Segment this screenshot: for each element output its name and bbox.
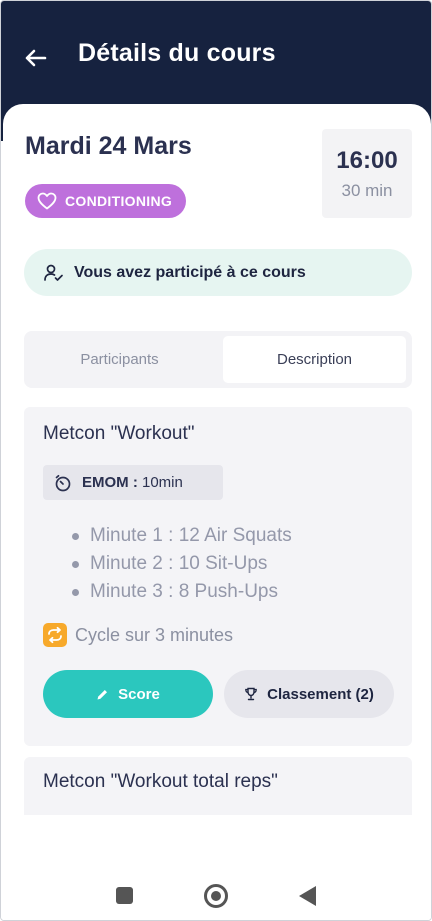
movement-text: Minute 1 : 12 Air Squats bbox=[90, 525, 292, 546]
workout-title: Metcon "Workout total reps" bbox=[43, 771, 278, 792]
workout-title: Metcon "Workout" bbox=[43, 423, 195, 444]
tab-description[interactable]: Description bbox=[223, 336, 406, 383]
movement-text: Minute 3 : 8 Push-Ups bbox=[90, 581, 278, 602]
trophy-icon bbox=[245, 687, 257, 701]
list-item: Minute 2 : 10 Sit-Ups bbox=[72, 550, 292, 578]
course-time: 16:00 bbox=[336, 147, 398, 174]
movement-text: Minute 2 : 10 Sit-Ups bbox=[90, 553, 268, 574]
workout-format: EMOM : bbox=[82, 474, 138, 491]
page-title: Détails du cours bbox=[78, 39, 276, 67]
ranking-label: Classement (2) bbox=[267, 685, 374, 703]
system-nav-bar bbox=[1, 861, 431, 920]
score-button[interactable]: Score bbox=[43, 670, 213, 718]
tab-participants[interactable]: Participants bbox=[28, 336, 211, 383]
arrow-left-icon bbox=[25, 49, 47, 67]
workout-card: Metcon "Workout" EMOM : 10min Minute 1 :… bbox=[24, 407, 412, 746]
list-item: Minute 3 : 8 Push-Ups bbox=[72, 578, 292, 606]
workout-card: Metcon "Workout total reps" bbox=[24, 757, 412, 815]
app-screen: Détails du cours Mardi 24 Mars 16:00 30 … bbox=[0, 0, 432, 921]
course-time-box: 16:00 30 min bbox=[322, 129, 412, 218]
ranking-button[interactable]: Classement (2) bbox=[224, 670, 394, 718]
home-button[interactable] bbox=[204, 884, 228, 908]
home-icon bbox=[211, 891, 221, 901]
participation-text: Vous avez participé à ce cours bbox=[74, 263, 306, 281]
workout-format-detail: 10min bbox=[142, 474, 183, 491]
pencil-icon bbox=[97, 689, 108, 699]
course-duration: 30 min bbox=[341, 181, 393, 200]
workout-format-chip: EMOM : 10min bbox=[43, 465, 223, 500]
cycle-note: Cycle sur 3 minutes bbox=[43, 623, 233, 647]
recent-apps-button[interactable] bbox=[116, 887, 133, 904]
category-label: CONDITIONING bbox=[65, 193, 173, 209]
back-button[interactable] bbox=[21, 43, 51, 73]
system-back-button[interactable] bbox=[299, 886, 316, 906]
user-check-icon bbox=[44, 264, 63, 281]
list-item: Minute 1 : 12 Air Squats bbox=[72, 522, 292, 550]
repeat-icon bbox=[43, 623, 67, 647]
category-badge: CONDITIONING bbox=[25, 184, 187, 218]
score-label: Score bbox=[118, 685, 160, 703]
timer-icon bbox=[55, 474, 71, 491]
movement-list: Minute 1 : 12 Air Squats Minute 2 : 10 S… bbox=[72, 522, 292, 606]
cycle-text: Cycle sur 3 minutes bbox=[75, 624, 234, 645]
heart-icon bbox=[37, 192, 57, 210]
course-date: Mardi 24 Mars bbox=[25, 132, 192, 160]
course-details-sheet: Mardi 24 Mars 16:00 30 min CONDITIONING … bbox=[3, 104, 431, 920]
tab-bar: Participants Description bbox=[24, 331, 412, 388]
participation-banner: Vous avez participé à ce cours bbox=[24, 249, 412, 296]
